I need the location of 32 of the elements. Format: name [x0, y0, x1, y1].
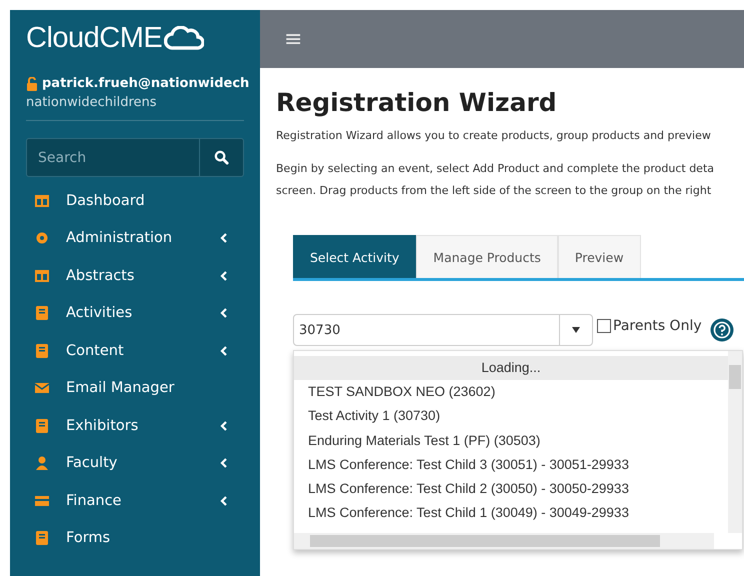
dropdown-option[interactable]: LMS Conference: Test Child 3 (30051) - 30051-29933: [294, 452, 728, 478]
user-email: patrick.frueh@nationwidech: [42, 76, 250, 91]
sidebar-item[interactable]: Administration: [26, 220, 244, 257]
sidebar-item[interactable]: Dashboard: [26, 182, 244, 220]
sidebar-item[interactable]: Abstracts: [26, 257, 244, 294]
menu-button[interactable]: ≡: [284, 26, 302, 52]
search-input[interactable]: Search: [27, 139, 199, 176]
dropdown-option[interactable]: TEST SANDBOX NEO (23602): [294, 380, 728, 404]
page-title: Registration Wizard: [276, 88, 558, 117]
dropdown-option[interactable]: LMS Conference: Test Child 1 (30049) - 30049-29933: [294, 501, 728, 526]
organization-name: nationwidechildrens: [26, 95, 244, 121]
dropdown-option[interactable]: LMS Conference: Test Child 2 (30050) - 30050-29933: [294, 477, 728, 502]
search-field[interactable]: Search: [26, 138, 244, 177]
loading-text: Loading...: [294, 356, 728, 380]
intro-text: Registration Wizard allows you to create products, group products and preview: [276, 129, 712, 142]
sidebar-item[interactable]: Email Manager: [26, 370, 244, 407]
sidebar-item[interactable]: Activities: [26, 294, 244, 332]
tab[interactable]: Manage Products: [416, 235, 558, 278]
dropdown-option[interactable]: Enduring Materials Test 1 (PF) (30503): [294, 428, 728, 453]
dropdown-option[interactable]: Test Activity 1 (30730): [294, 404, 728, 429]
tab[interactable]: Preview: [558, 235, 641, 278]
instructions-text: Begin by selecting an event, select Add Product and complete the product deta: [276, 161, 714, 177]
checkbox-label: Parents Only: [613, 318, 702, 334]
sidebar-item[interactable]: Finance: [26, 482, 244, 520]
logo-text: CloudCME: [26, 24, 162, 52]
instructions-text: screen. Drag products from the left side of the screen to the group on the right: [276, 183, 712, 199]
activity-select[interactable]: 30730: [293, 314, 593, 346]
sidebar-item[interactable]: Forms: [26, 520, 244, 557]
sidebar-item[interactable]: Content: [26, 332, 244, 370]
sidebar-item[interactable]: Faculty: [26, 444, 244, 482]
tab[interactable]: Select Activity: [293, 235, 416, 278]
sidebar-item[interactable]: Exhibitors: [26, 407, 244, 444]
